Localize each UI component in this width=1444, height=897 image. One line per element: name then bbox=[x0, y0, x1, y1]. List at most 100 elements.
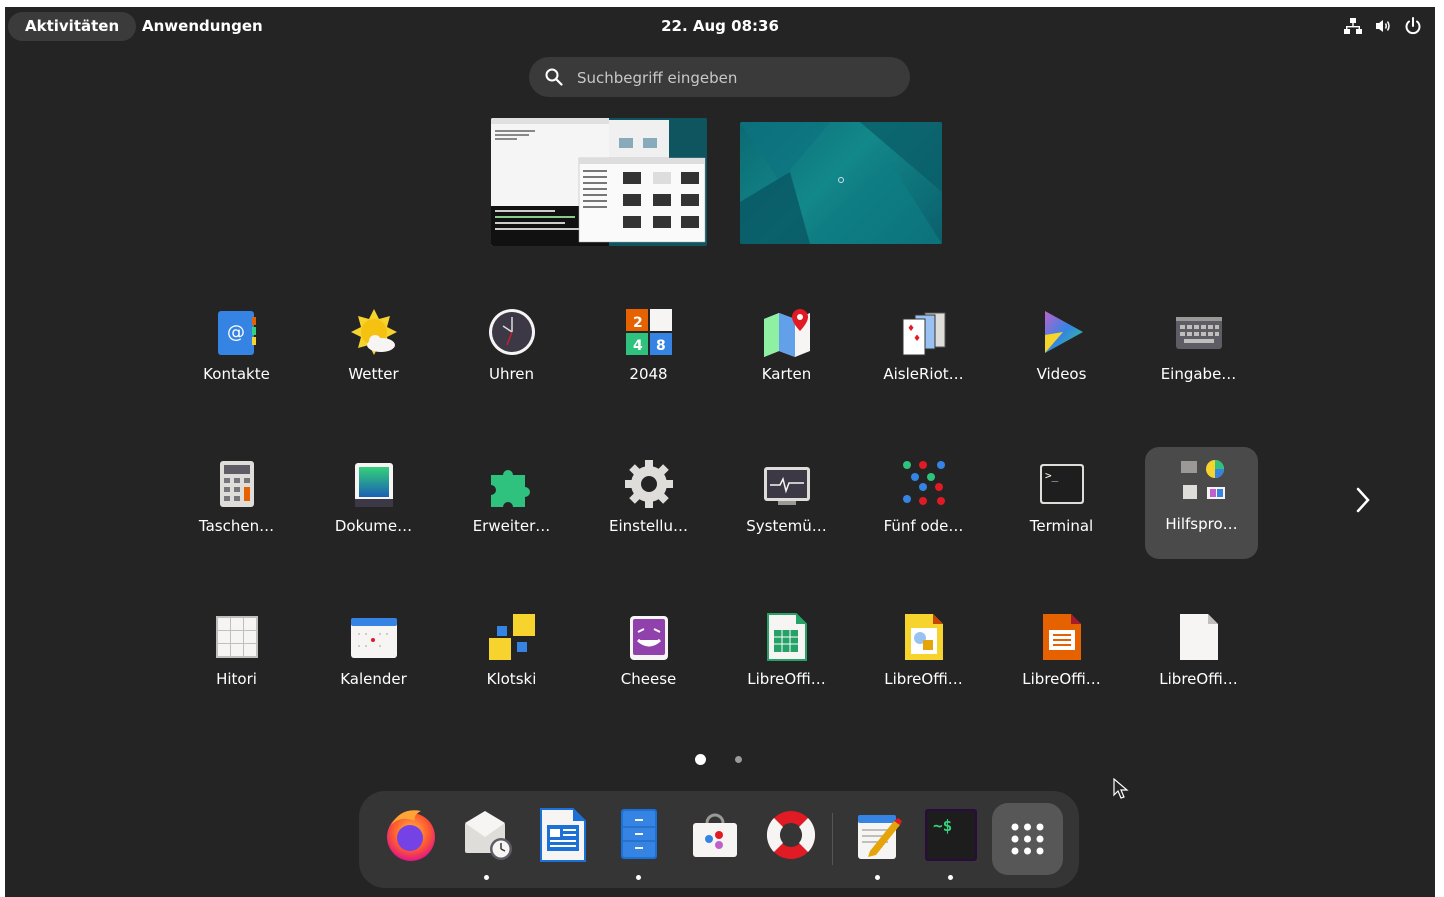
app-label: Einstellu… bbox=[609, 517, 688, 535]
calculator-icon bbox=[220, 461, 254, 507]
app-eingabe[interactable]: Eingabe… bbox=[1142, 297, 1255, 409]
mouse-pointer-icon bbox=[1113, 778, 1129, 799]
svg-text:2: 2 bbox=[633, 315, 643, 331]
app-kalender[interactable]: Kalender bbox=[317, 602, 430, 714]
app-hitori[interactable]: Hitori bbox=[180, 602, 293, 714]
applications-menu[interactable]: Anwendungen bbox=[142, 12, 263, 41]
dock-software[interactable] bbox=[685, 805, 745, 865]
svg-text:♦: ♦ bbox=[913, 334, 921, 344]
page-dot-1[interactable] bbox=[695, 754, 706, 765]
app-cheese[interactable]: Cheese bbox=[592, 602, 705, 714]
app-libreoffice-calc[interactable]: LibreOffi… bbox=[730, 602, 843, 714]
app-label: AisleRiot… bbox=[883, 365, 964, 383]
app-label: Uhren bbox=[488, 365, 535, 383]
files-icon bbox=[621, 809, 657, 859]
svg-text:4: 4 bbox=[633, 338, 643, 354]
app-klotski[interactable]: Klotski bbox=[455, 602, 568, 714]
maps-icon bbox=[764, 309, 810, 357]
dock-terminal[interactable]: ~$ bbox=[921, 805, 981, 880]
dock-text-editor[interactable] bbox=[848, 805, 908, 880]
app-2048[interactable]: 2 4 8 2048 bbox=[592, 297, 705, 409]
cheese-icon bbox=[630, 616, 668, 660]
app-kontakte[interactable]: @ Kontakte bbox=[180, 297, 293, 409]
software-store-icon bbox=[693, 813, 737, 857]
utilities-folder-icon bbox=[1181, 460, 1225, 499]
app-libreoffice-draw[interactable]: LibreOffi… bbox=[867, 602, 980, 714]
app-label: Cheese bbox=[620, 670, 677, 688]
app-aisleriot[interactable]: ♦ ♦ AisleRiot… bbox=[867, 297, 980, 409]
volume-icon bbox=[1376, 20, 1390, 32]
running-indicator bbox=[948, 875, 953, 880]
running-indicator bbox=[636, 875, 641, 880]
mail-clock-icon bbox=[465, 811, 512, 860]
app-label: Erweiter… bbox=[472, 517, 551, 535]
app-label: Karten bbox=[761, 365, 812, 383]
desktop-overview: Aktivitäten Anwendungen 22. Aug 08:36 Su… bbox=[5, 7, 1435, 897]
next-page-chevron-icon[interactable] bbox=[1350, 485, 1376, 515]
app-label: LibreOffi… bbox=[747, 670, 826, 688]
app-terminal[interactable]: >_ Terminal bbox=[1005, 449, 1118, 561]
app-videos[interactable]: Videos bbox=[1005, 297, 1118, 409]
folder-hilfsprogramme[interactable]: Hilfspro… bbox=[1145, 447, 1258, 559]
app-wetter[interactable]: Wetter bbox=[317, 297, 430, 409]
system-tray[interactable] bbox=[1343, 16, 1423, 36]
app-label: Klotski bbox=[486, 670, 537, 688]
document-scanner-icon bbox=[355, 463, 393, 507]
app-karten[interactable]: Karten bbox=[730, 297, 843, 409]
dock-help[interactable] bbox=[761, 805, 821, 865]
app-label: LibreOffi… bbox=[1022, 670, 1101, 688]
app-label: LibreOffi… bbox=[884, 670, 963, 688]
app-label: Eingabe… bbox=[1160, 365, 1237, 383]
app-uhren[interactable]: Uhren bbox=[455, 297, 568, 409]
app-erweiterungen[interactable]: Erweiter… bbox=[455, 449, 568, 561]
activities-button[interactable]: Aktivitäten bbox=[8, 12, 137, 41]
five-or-more-icon bbox=[903, 461, 945, 505]
app-systemmonitor[interactable]: Systemü… bbox=[730, 449, 843, 561]
settings-icon bbox=[625, 460, 673, 508]
extensions-icon bbox=[491, 470, 530, 507]
running-indicator bbox=[875, 875, 880, 880]
show-applications-button[interactable] bbox=[992, 803, 1063, 875]
network-icon bbox=[1344, 18, 1362, 34]
workspace-2-thumbnail[interactable] bbox=[740, 122, 942, 244]
workspace-1-thumbnail[interactable] bbox=[491, 118, 707, 246]
app-label: Hilfspro… bbox=[1165, 515, 1238, 533]
app-einstellungen[interactable]: Einstellu… bbox=[592, 449, 705, 561]
app-label: Hitori bbox=[216, 670, 257, 688]
dock-evolution[interactable] bbox=[457, 805, 517, 880]
app-label: Fünf ode… bbox=[883, 517, 964, 535]
terminal-dock-icon: ~$ bbox=[925, 809, 977, 861]
page-dot-2[interactable] bbox=[735, 756, 742, 763]
app-label: 2048 bbox=[629, 365, 668, 383]
workspace-1-preview bbox=[491, 118, 707, 246]
app-dokumente[interactable]: Dokume… bbox=[317, 449, 430, 561]
app-label: Dokume… bbox=[334, 517, 413, 535]
help-lifebuoy-icon bbox=[766, 811, 816, 859]
app-libreoffice-impress[interactable]: LibreOffi… bbox=[1005, 602, 1118, 714]
app-libreoffice[interactable]: LibreOffi… bbox=[1142, 602, 1255, 714]
hitori-icon bbox=[216, 616, 258, 658]
search-bar[interactable] bbox=[529, 57, 910, 99]
svg-text:♦: ♦ bbox=[907, 324, 915, 334]
svg-text:@: @ bbox=[227, 322, 245, 343]
search-icon bbox=[545, 68, 563, 86]
app-taschenrechner[interactable]: Taschen… bbox=[180, 449, 293, 561]
app-label: Terminal bbox=[1029, 517, 1094, 535]
text-editor-icon bbox=[858, 815, 902, 859]
running-indicator bbox=[484, 875, 489, 880]
app-label: Videos bbox=[1036, 365, 1087, 383]
clocks-icon bbox=[489, 309, 535, 355]
app-label: Wetter bbox=[348, 365, 399, 383]
search-input[interactable] bbox=[575, 57, 899, 99]
app-fuenf-oder-mehr[interactable]: Fünf ode… bbox=[867, 449, 980, 561]
top-bar: Aktivitäten Anwendungen 22. Aug 08:36 bbox=[5, 7, 1435, 44]
clock[interactable]: 22. Aug 08:36 bbox=[661, 17, 779, 35]
dock-libreoffice-writer[interactable] bbox=[533, 805, 593, 865]
app-label: Systemü… bbox=[746, 517, 827, 535]
app-label: Taschen… bbox=[198, 517, 275, 535]
app-label: LibreOffi… bbox=[1159, 670, 1238, 688]
dock-firefox[interactable] bbox=[381, 805, 441, 865]
dock-files[interactable] bbox=[609, 805, 669, 880]
power-icon bbox=[1405, 17, 1421, 35]
klotski-icon bbox=[489, 614, 535, 660]
